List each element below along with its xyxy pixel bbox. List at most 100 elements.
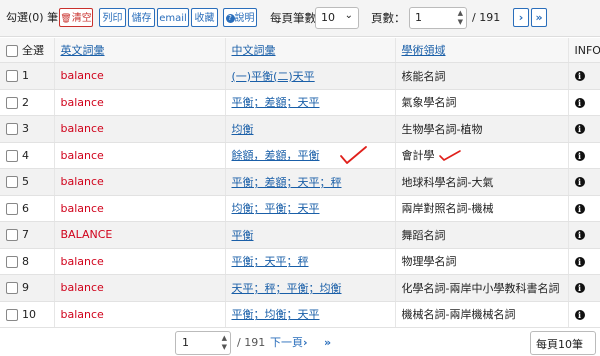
row-checkbox[interactable] [6,70,18,83]
table-row: 7 BALANCE 平衡 舞蹈名詞 i [0,221,600,249]
field-label: 氣象學名詞 [401,96,457,110]
english-term[interactable]: BALANCE [61,228,113,241]
english-term[interactable]: balance [61,255,104,268]
info-icon[interactable]: i [574,97,585,108]
bottom-page-total: / 191 [237,336,266,349]
info-icon[interactable]: i [574,203,585,214]
chinese-header[interactable]: 中文詞彙 [225,38,396,63]
per-page-label: 每頁筆數 [270,11,316,25]
info-icon[interactable]: i [574,150,585,161]
english-term[interactable]: balance [61,149,104,162]
info-icon[interactable]: i [574,177,585,188]
selected-count-label: 勾選(0) 筆 [6,8,58,28]
table-row: 2 balance 平衡；差額；天平 氣象學名詞 i [0,89,600,116]
chinese-term-link[interactable]: 平衡；差額；天平；秤 [232,176,342,189]
table-row: 5 balance 平衡；差額；天平；秤 地球科學名詞-大氣 i [0,168,600,196]
row-checkbox[interactable] [6,229,18,242]
select-all-checkbox[interactable] [6,45,18,57]
row-checkbox[interactable] [6,96,18,109]
table-row: 9 balance 天平；秤；平衡；均衡 化學名詞-兩岸中小學教科書名詞 i [0,274,600,302]
checkmark-annotation-icon [339,145,367,164]
question-icon: ? [225,13,235,23]
english-term[interactable]: balance [61,122,104,135]
field-label: 機械名詞-兩岸機械名詞 [401,308,516,322]
field-label: 舞蹈名詞 [401,228,446,242]
field-label: 兩岸對照名詞-機械 [401,202,494,216]
chinese-term-link[interactable]: 均衡 [232,123,254,136]
english-header[interactable]: 英文詞彙 [54,38,226,63]
table-row: 1 balance (一)平衡(二)天平 核能名詞 i [0,62,600,90]
row-checkbox[interactable] [6,308,18,321]
next-page-button[interactable]: › [513,8,529,27]
chinese-term-link[interactable]: 天平；秤；平衡；均衡 [232,282,342,295]
print-button[interactable]: 列印 [99,8,126,27]
english-term[interactable]: balance [61,96,104,109]
row-checkbox[interactable] [6,149,18,162]
table-row: 8 balance 平衡；天平；秤 物理學名詞 i [0,248,600,275]
per-page-select[interactable]: 10 ⌄ [315,7,359,29]
english-term[interactable]: balance [61,308,104,321]
trash-icon: 🗑 [60,14,72,24]
collect-button[interactable]: 收藏 [191,8,218,27]
info-icon[interactable]: i [574,71,585,82]
toolbar: 勾選(0) 筆 🗑清空 列印 儲存 email 收藏 ? 說明 每頁筆數 10 ⌄… [0,0,600,37]
last-page-link[interactable]: » [324,331,344,355]
field-label: 生物學名詞-植物 [401,122,483,136]
page-total: / 191 [472,11,501,24]
row-checkbox[interactable] [6,255,18,268]
field-label: 物理學名詞 [401,255,457,269]
chinese-term-link[interactable]: 均衡；平衡；天平 [232,202,320,215]
field-label: 化學名詞-兩岸中小學教科書名詞 [401,281,560,295]
chinese-term-link[interactable]: 平衡；均衡；天平 [232,308,320,321]
row-checkbox[interactable] [6,202,18,215]
double-chevron-right-icon: » [535,11,543,24]
spinner-icon[interactable]: ▲ ▼ [222,334,227,352]
english-term[interactable]: balance [61,69,104,82]
checkmark-annotation-icon [438,149,461,161]
info-icon[interactable]: i [574,124,585,135]
chinese-term-link[interactable]: 餘額，差額，平衡 [232,149,320,162]
table-row: 3 balance 均衡 生物學名詞-植物 i [0,115,600,143]
english-term[interactable]: balance [61,175,104,188]
chinese-term-link[interactable]: (一)平衡(二)天平 [232,70,315,83]
field-label: 會計學 [401,149,435,163]
field-header[interactable]: 學術領域 [395,38,569,63]
table-row: 10 balance 平衡；均衡；天平 機械名詞-兩岸機械名詞 i [0,301,600,328]
double-chevron-right-icon: » [324,336,332,349]
help-button[interactable]: ? 說明 [223,8,257,27]
selected-label: 勾選( [6,11,33,24]
row-checkbox[interactable] [6,282,18,295]
field-label: 地球科學名詞-大氣 [401,175,494,189]
table-row: 6 balance 均衡；平衡；天平 兩岸對照名詞-機械 i [0,195,600,222]
selected-suffix: ) 筆 [39,11,59,24]
page-input[interactable]: 1 ▲ ▼ [409,7,467,29]
select-all-header[interactable]: 全選 [0,38,55,63]
field-label: 核能名詞 [401,69,446,83]
english-term[interactable]: balance [61,281,104,294]
chinese-term-link[interactable]: 平衡 [232,229,254,242]
email-button[interactable]: email [157,8,189,27]
save-button[interactable]: 儲存 [128,8,155,27]
info-icon[interactable]: i [574,256,585,267]
results-table: 全選 英文詞彙 中文詞彙 學術領域 INFO 1 balance (一)平衡(二… [0,38,600,328]
chinese-term-link[interactable]: 平衡；天平；秤 [232,255,309,268]
last-page-button[interactable]: » [531,8,547,27]
info-header: INFO [568,38,600,63]
info-icon[interactable]: i [574,309,585,320]
info-icon[interactable]: i [574,283,585,294]
next-page-link[interactable]: 下一頁› [270,331,320,355]
chinese-term-link[interactable]: 平衡；差額；天平 [232,96,320,109]
bottom-page-input[interactable]: 1 ▲ ▼ [175,331,231,355]
chevron-right-icon: › [518,11,524,24]
english-term[interactable]: balance [61,202,104,215]
row-checkbox[interactable] [6,176,18,189]
table-row: 4 balance 餘額，差額，平衡 會計學 i [0,142,600,169]
row-checkbox[interactable] [6,123,18,136]
chevron-right-icon: › [303,336,308,349]
bottom-per-page-select[interactable]: 每頁10筆 [530,331,596,355]
spinner-icon[interactable]: ▲ ▼ [458,9,463,27]
chevron-down-icon: ⌄ [344,10,353,21]
page-label: 頁數： [371,11,406,25]
info-icon[interactable]: i [574,230,585,241]
clear-button[interactable]: 🗑清空 [59,8,93,27]
